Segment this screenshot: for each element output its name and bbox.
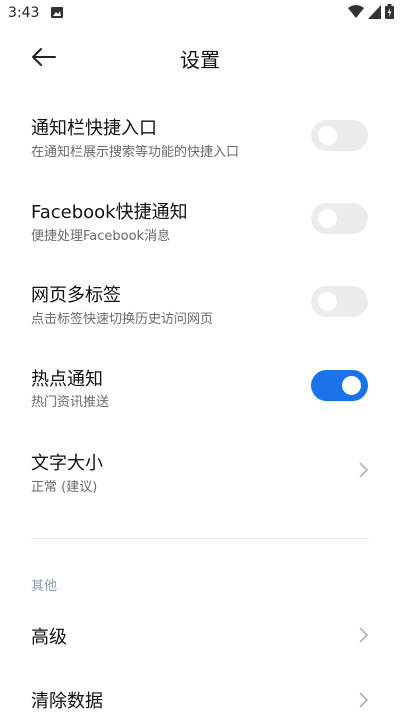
page-title: 设置 [180, 48, 220, 72]
setting-subtitle: 在通知栏展示搜索等功能的快捷入口 [31, 145, 240, 160]
setting-title: 热点通知 [31, 369, 103, 390]
setting-row-multi-tab[interactable]: 网页多标签 点击标签快速切换历史访问网页 [0, 266, 400, 350]
status-bar: 3:43 [0, 0, 400, 26]
toggle-knob [318, 292, 337, 311]
chevron-right-icon [359, 627, 369, 643]
setting-title: 通知栏快捷入口 [31, 118, 157, 139]
setting-subtitle: 便捷处理Facebook消息 [31, 229, 171, 244]
signal-icon [368, 4, 381, 19]
toggle-knob [318, 126, 337, 145]
setting-subtitle: 点击标签快速切换历史访问网页 [31, 312, 214, 327]
toggle-knob [342, 376, 361, 395]
font-size-title: 文字大小 [31, 453, 103, 474]
app-bar: 设置 [0, 26, 400, 88]
section-label-other: 其他 [31, 579, 58, 594]
facebook-notification-toggle[interactable] [311, 203, 368, 234]
hot-notification-toggle[interactable] [311, 370, 368, 401]
status-icons [348, 4, 394, 19]
setting-row-advanced[interactable]: 高级 [0, 600, 400, 670]
chevron-right-icon [359, 692, 369, 708]
status-time: 3:43 [8, 5, 40, 21]
multi-tab-toggle[interactable] [311, 286, 368, 317]
setting-row-font-size[interactable]: 文字大小 正常 (建议) [0, 434, 400, 518]
setting-subtitle: 热门资讯推送 [31, 395, 110, 410]
battery-icon [385, 4, 394, 19]
setting-row-hot-notification[interactable]: 热点通知 热门资讯推送 [0, 350, 400, 434]
setting-row-notification-shortcut[interactable]: 通知栏快捷入口 在通知栏展示搜索等功能的快捷入口 [0, 98, 400, 182]
wifi-icon [348, 4, 364, 18]
clear-data-title: 清除数据 [31, 691, 103, 712]
chevron-right-icon [359, 462, 369, 478]
toggle-knob [318, 209, 337, 228]
advanced-title: 高级 [31, 627, 67, 648]
setting-row-clear-data[interactable]: 清除数据 [0, 670, 400, 712]
setting-title: 网页多标签 [31, 285, 121, 306]
font-size-value: 正常 (建议) [31, 480, 98, 495]
setting-title: Facebook快捷通知 [31, 202, 188, 223]
gallery-notification-icon [51, 7, 63, 18]
divider [31, 538, 369, 539]
setting-row-facebook-notification[interactable]: Facebook快捷通知 便捷处理Facebook消息 [0, 182, 400, 266]
notification-shortcut-toggle[interactable] [311, 120, 368, 151]
